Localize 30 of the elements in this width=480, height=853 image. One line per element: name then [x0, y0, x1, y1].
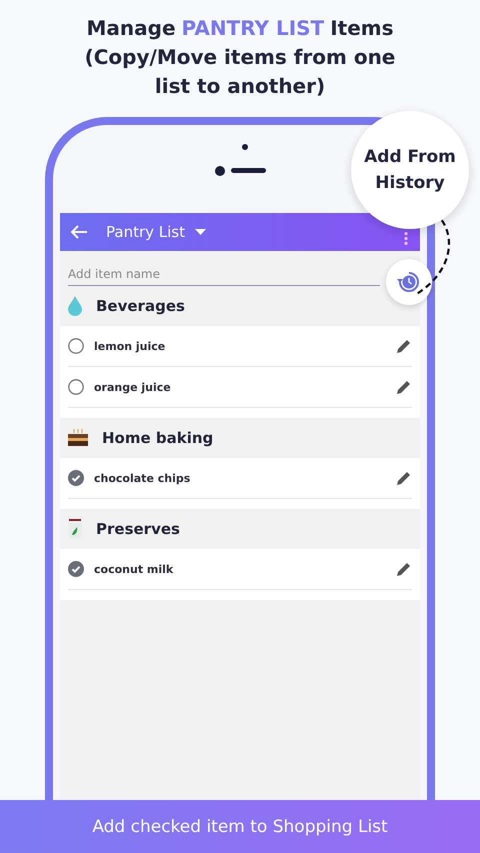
more-menu-icon[interactable] [404, 232, 408, 245]
checkbox[interactable] [68, 470, 84, 486]
item-name: coconut milk [94, 562, 174, 576]
history-button[interactable] [386, 259, 432, 305]
item-name: lemon juice [94, 340, 166, 352]
checkbox[interactable] [68, 379, 84, 395]
item-name: orange juice [94, 380, 172, 394]
water-drop-icon [68, 296, 82, 316]
category-name: Preserves [96, 520, 180, 538]
jar-icon [68, 519, 82, 539]
edit-pencil-icon[interactable] [396, 561, 412, 577]
item-name: chocolate chips [94, 472, 192, 484]
edit-pencil-icon[interactable] [396, 470, 412, 486]
add-item-field[interactable]: Add item name [68, 263, 380, 286]
dropdown-caret-icon[interactable] [194, 229, 206, 235]
back-arrow-icon[interactable] [70, 224, 88, 240]
list-item[interactable]: lemon juice [68, 326, 412, 367]
list-title[interactable]: Pantry List [106, 223, 185, 241]
checkbox[interactable] [68, 338, 84, 354]
edit-pencil-icon[interactable] [396, 379, 412, 395]
banner-text: Add checked item to Shopping List [92, 816, 388, 836]
category-name: Home baking [102, 429, 214, 447]
cake-icon [68, 429, 88, 447]
callout-text: Add From History [363, 146, 457, 195]
category-name: Beverages [96, 297, 185, 315]
history-clock-icon [396, 269, 422, 295]
edit-pencil-icon[interactable] [396, 338, 412, 354]
checkbox[interactable] [68, 561, 84, 577]
list-item[interactable]: orange juice [68, 367, 412, 408]
headline: Manage PANTRY LIST Items (Copy/Move items from one list to another) [84, 15, 396, 100]
